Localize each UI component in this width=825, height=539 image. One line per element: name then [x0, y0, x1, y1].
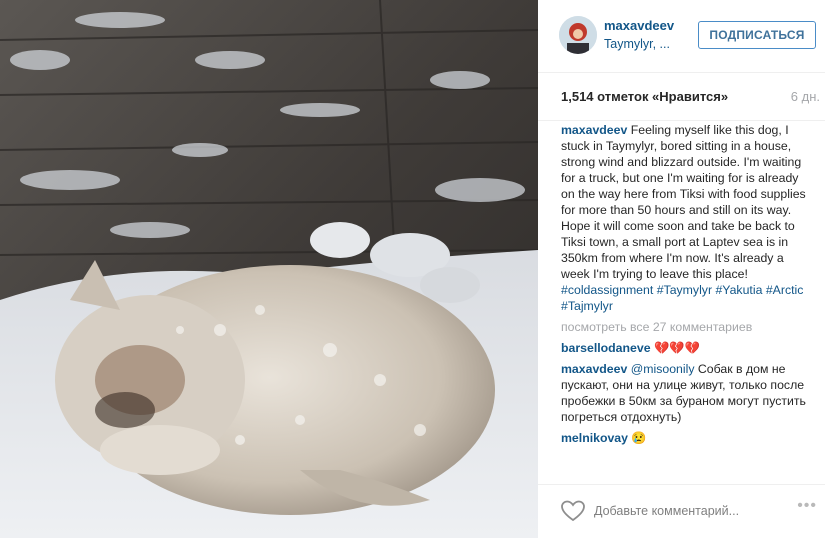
heart-icon[interactable]	[560, 499, 586, 523]
comment-username[interactable]: barsellodaneve	[561, 341, 651, 355]
more-options-icon[interactable]: •••	[797, 497, 817, 515]
post-header: maxavdeev Taymylyr, ... ПОДПИСАТЬСЯ	[538, 0, 825, 73]
comment-mention[interactable]: @misoonily	[631, 362, 695, 376]
header-location[interactable]: Taymylyr, ...	[604, 37, 670, 51]
post-photo	[0, 0, 538, 538]
add-comment-bar: •••	[538, 484, 825, 539]
follow-button[interactable]: ПОДПИСАТЬСЯ	[698, 21, 816, 49]
hashtag[interactable]: #Taymylyr	[657, 283, 712, 297]
hashtag[interactable]: #Yakutia	[715, 283, 762, 297]
header-username[interactable]: maxavdeev	[604, 18, 674, 33]
view-all-comments-link[interactable]: посмотреть все 27 комментариев	[561, 319, 807, 335]
comment-text: 😢	[628, 431, 647, 445]
comment-username[interactable]: maxavdeev	[561, 362, 627, 376]
hashtag[interactable]: #coldassignment	[561, 283, 653, 297]
comments-list: maxavdeev Feeling myself like this dog, …	[561, 122, 807, 446]
comment-username[interactable]: melnikovay	[561, 431, 628, 445]
comment: melnikovay 😢	[561, 430, 807, 446]
caption-text: Feeling myself like this dog, I stuck in…	[561, 123, 806, 281]
add-comment-input[interactable]	[594, 500, 774, 522]
caption-username[interactable]: maxavdeev	[561, 123, 627, 137]
snowy-dog-image	[0, 0, 538, 538]
avatar[interactable]	[559, 16, 597, 54]
hashtag[interactable]: #Tajmylyr	[561, 299, 613, 313]
likes-count[interactable]: 1,514 отметок «Нравится»	[561, 89, 728, 104]
caption: maxavdeev Feeling myself like this dog, …	[561, 122, 807, 314]
post-stats: 1,514 отметок «Нравится» 6 дн.	[538, 72, 825, 121]
post-age[interactable]: 6 дн.	[791, 89, 820, 104]
post-side-panel: maxavdeev Taymylyr, ... ПОДПИСАТЬСЯ 1,51…	[538, 0, 825, 538]
comment-text: 💔💔💔	[650, 341, 700, 355]
avatar-image	[559, 16, 597, 54]
comment: barsellodaneve 💔💔💔	[561, 340, 807, 356]
hashtag[interactable]: #Arctic	[766, 283, 804, 297]
comment: maxavdeev @misoonily Собак в дом не пуск…	[561, 361, 807, 425]
